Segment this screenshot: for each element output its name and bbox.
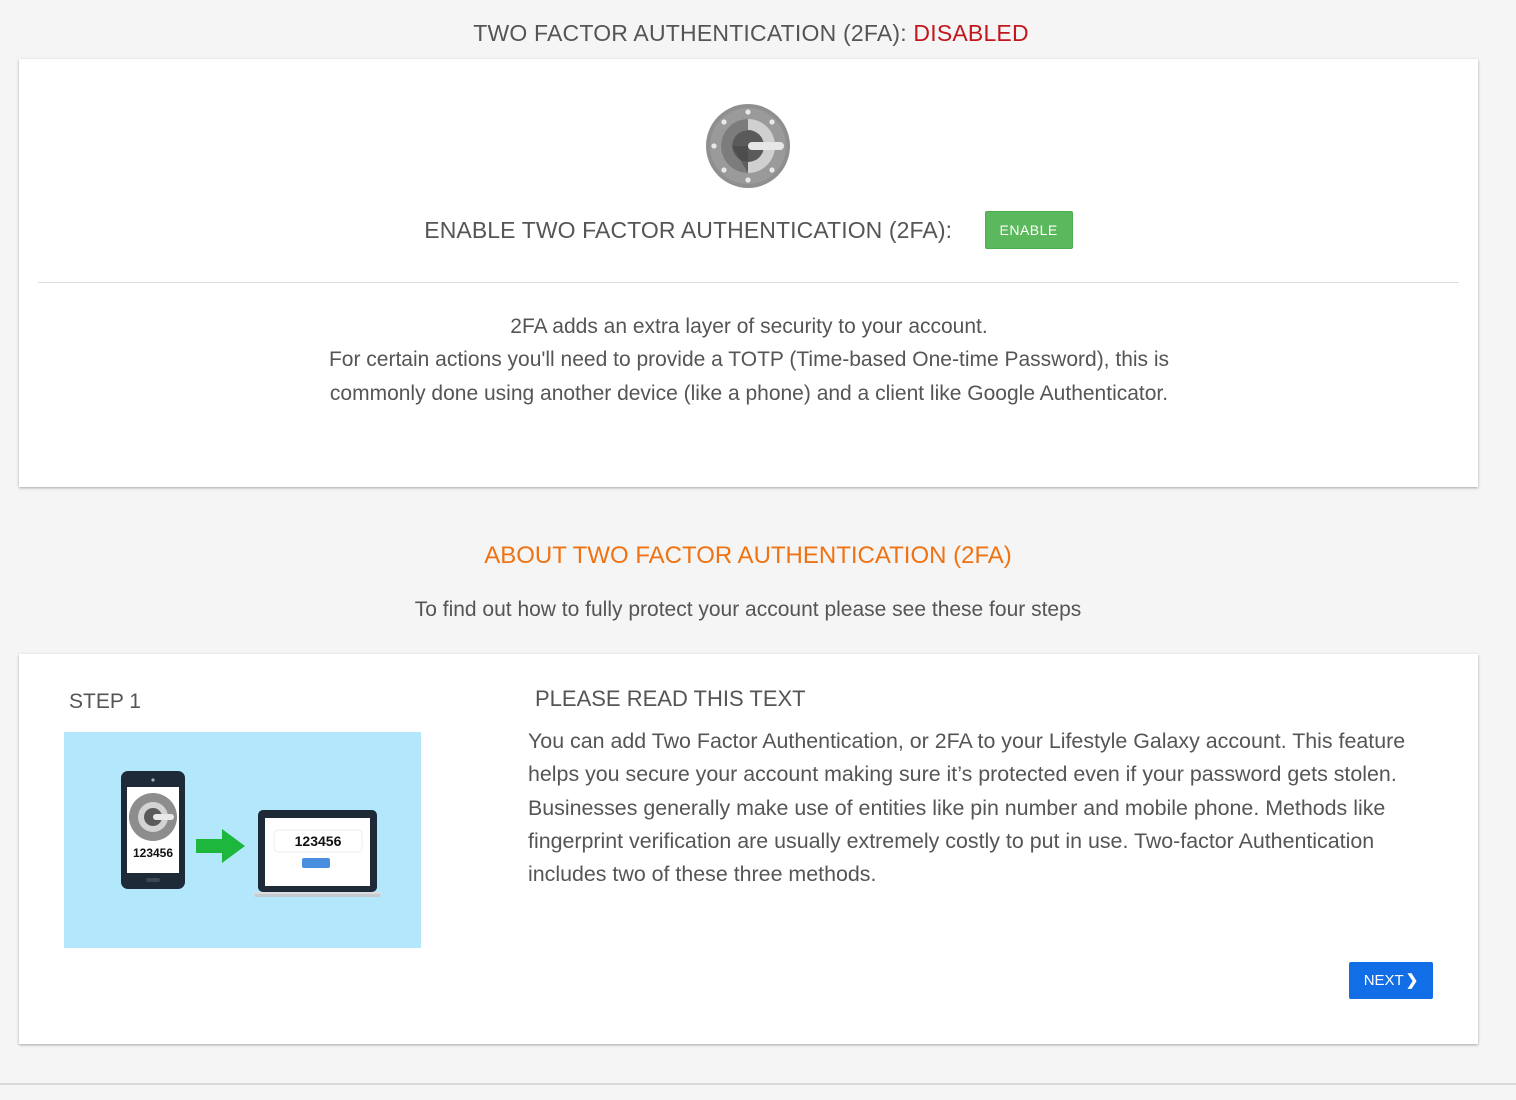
step-title: PLEASE READ THIS TEXT: [535, 686, 806, 711]
phone-code: 123456: [133, 846, 173, 860]
about-2fa-subtitle: To find out how to fully protect your ac…: [414, 598, 1082, 621]
divider: [38, 282, 1459, 283]
phone-icon: 123456: [121, 771, 185, 889]
arrow-right-icon: [196, 829, 245, 863]
2fa-description: 2FA adds an extra layer of security to y…: [289, 310, 1209, 410]
divider: [0, 1083, 1516, 1085]
enable-2fa-label: ENABLE TWO FACTOR AUTHENTICATION (2FA):: [424, 216, 953, 243]
step-card: STEP 1 123456 123456 PLEASE READ THIS TE…: [19, 654, 1478, 1044]
enable-2fa-button[interactable]: ENABLE: [984, 211, 1073, 249]
step-label: STEP 1: [69, 690, 141, 713]
step-illustration: 123456 123456: [64, 732, 421, 948]
chevron-right-icon: ❯: [1405, 972, 1419, 989]
step-paragraph: You can add Two Factor Authentication, o…: [528, 729, 1406, 787]
2fa-description-line: 2FA adds an extra layer of security to y…: [510, 315, 988, 338]
2fa-description-line: For certain actions you'll need to provi…: [328, 348, 1170, 405]
2fa-setup-card: ENABLE TWO FACTOR AUTHENTICATION (2FA): …: [19, 59, 1478, 487]
about-2fa-title: ABOUT TWO FACTOR AUTHENTICATION (2FA): [484, 542, 1012, 569]
two-factor-settings-page: TWO FACTOR AUTHENTICATION (2FA): DISABLE…: [0, 0, 1516, 1100]
2fa-status-label: TWO FACTOR AUTHENTICATION (2FA):: [473, 20, 907, 46]
2fa-status-value: DISABLED: [913, 20, 1029, 46]
next-button[interactable]: NEXT ❯: [1349, 962, 1433, 999]
next-button-label: NEXT: [1363, 972, 1404, 989]
laptop-icon: 123456: [253, 810, 382, 897]
step-text: You can add Two Factor Authentication, o…: [528, 725, 1440, 891]
step-paragraph: Businesses generally make use of entitie…: [528, 795, 1386, 887]
laptop-code: 123456: [295, 833, 342, 849]
enable-2fa-row: ENABLE TWO FACTOR AUTHENTICATION (2FA): …: [19, 211, 1478, 249]
google-authenticator-icon: [705, 103, 791, 189]
2fa-status-heading: TWO FACTOR AUTHENTICATION (2FA): DISABLE…: [0, 20, 1502, 47]
